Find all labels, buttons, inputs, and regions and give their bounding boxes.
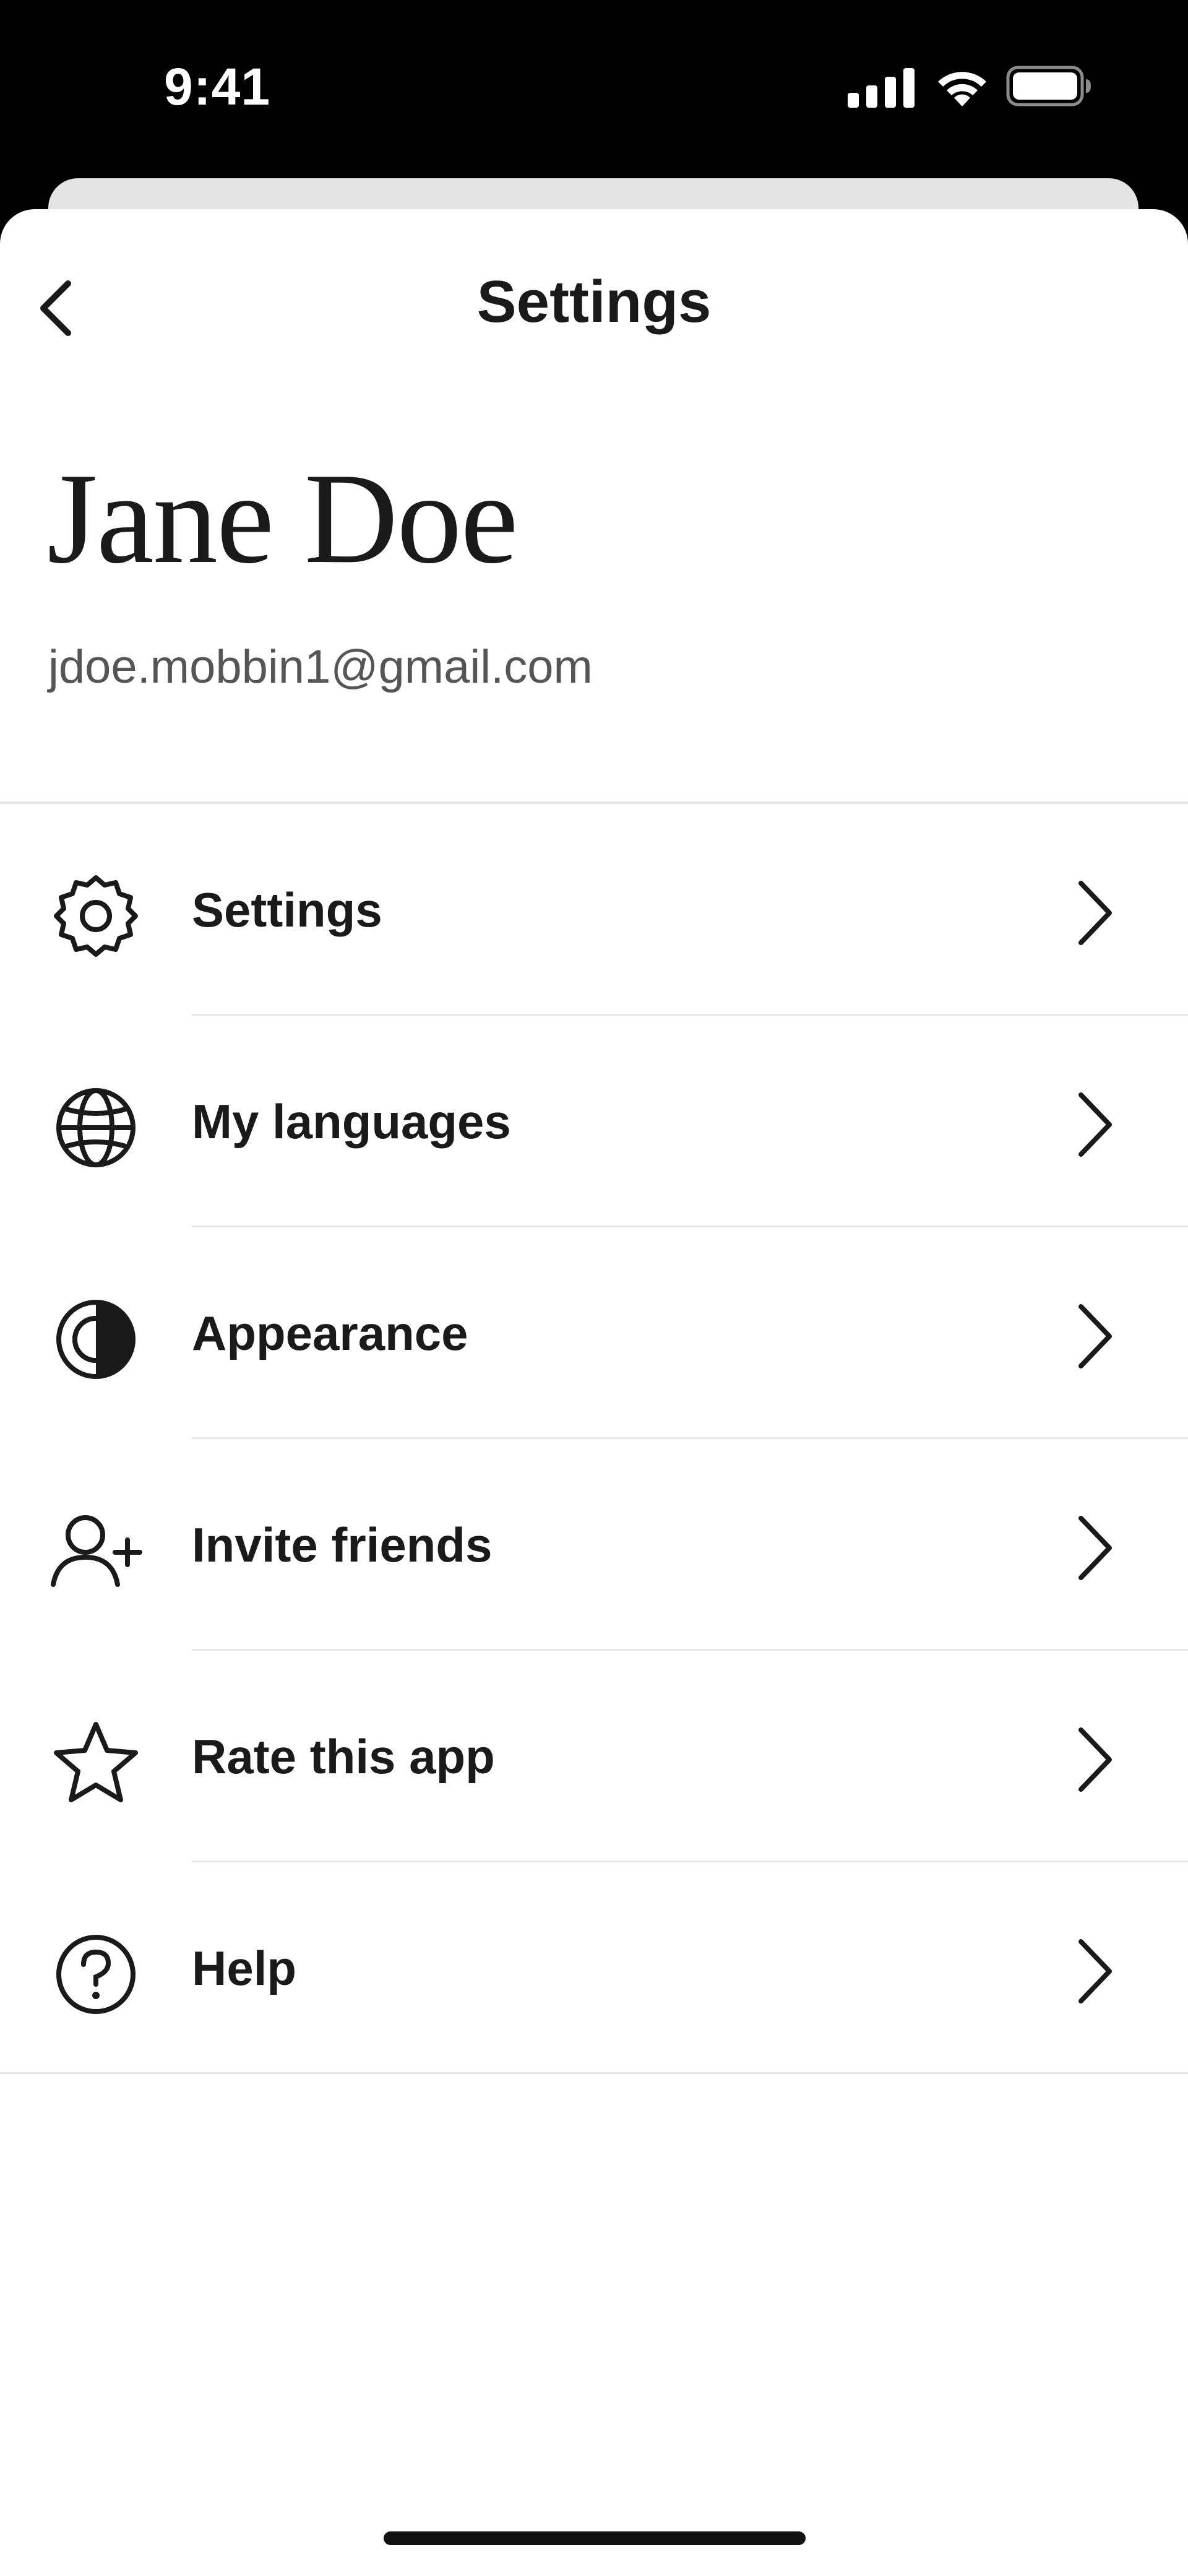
half-circle-contrast-icon — [50, 1293, 142, 1386]
home-indicator[interactable] — [384, 2531, 806, 2545]
menu-item-label: Invite friends — [192, 1518, 493, 1572]
page-title: Settings — [476, 269, 712, 335]
star-icon — [50, 1716, 142, 1809]
chevron-right-icon — [1064, 873, 1126, 953]
menu-item-label: Settings — [192, 883, 382, 937]
cellular-signal-icon — [848, 68, 915, 108]
menu-item-settings[interactable]: Settings — [0, 804, 1188, 1016]
chevron-right-icon — [1064, 1296, 1126, 1377]
status-icons — [848, 62, 1095, 111]
menu-item-label: Help — [192, 1941, 297, 1995]
status-time: 9:41 — [164, 58, 271, 116]
gear-icon — [50, 870, 142, 962]
menu-item-label: My languages — [192, 1094, 511, 1149]
divider — [0, 2072, 1188, 2074]
profile-name: Jane Doe — [47, 447, 519, 590]
battery-icon — [1006, 66, 1091, 106]
chevron-right-icon — [1064, 1931, 1126, 2012]
chevron-right-icon — [1064, 1084, 1126, 1165]
question-circle-icon — [50, 1928, 142, 2021]
menu-item-appearance[interactable]: Appearance — [0, 1227, 1188, 1439]
add-user-icon — [50, 1505, 142, 1597]
menu-item-label: Appearance — [192, 1306, 468, 1360]
menu-item-rate-this-app[interactable]: Rate this app — [0, 1651, 1188, 1862]
settings-sheet: Settings Jane Doe jdoe.mobbin1@gmail.com… — [0, 209, 1188, 2576]
settings-menu: Settings My languages Appearance Invite … — [0, 804, 1188, 2074]
menu-item-invite-friends[interactable]: Invite friends — [0, 1439, 1188, 1651]
wifi-icon — [938, 72, 986, 106]
chevron-right-icon — [1064, 1719, 1126, 1800]
globe-icon — [50, 1081, 142, 1174]
menu-item-my-languages[interactable]: My languages — [0, 1016, 1188, 1227]
chevron-right-icon — [1064, 1508, 1126, 1588]
menu-item-label: Rate this app — [192, 1729, 495, 1784]
menu-item-help[interactable]: Help — [0, 1862, 1188, 2074]
profile-email: jdoe.mobbin1@gmail.com — [48, 641, 593, 693]
status-bar: 9:41 — [0, 0, 1188, 186]
